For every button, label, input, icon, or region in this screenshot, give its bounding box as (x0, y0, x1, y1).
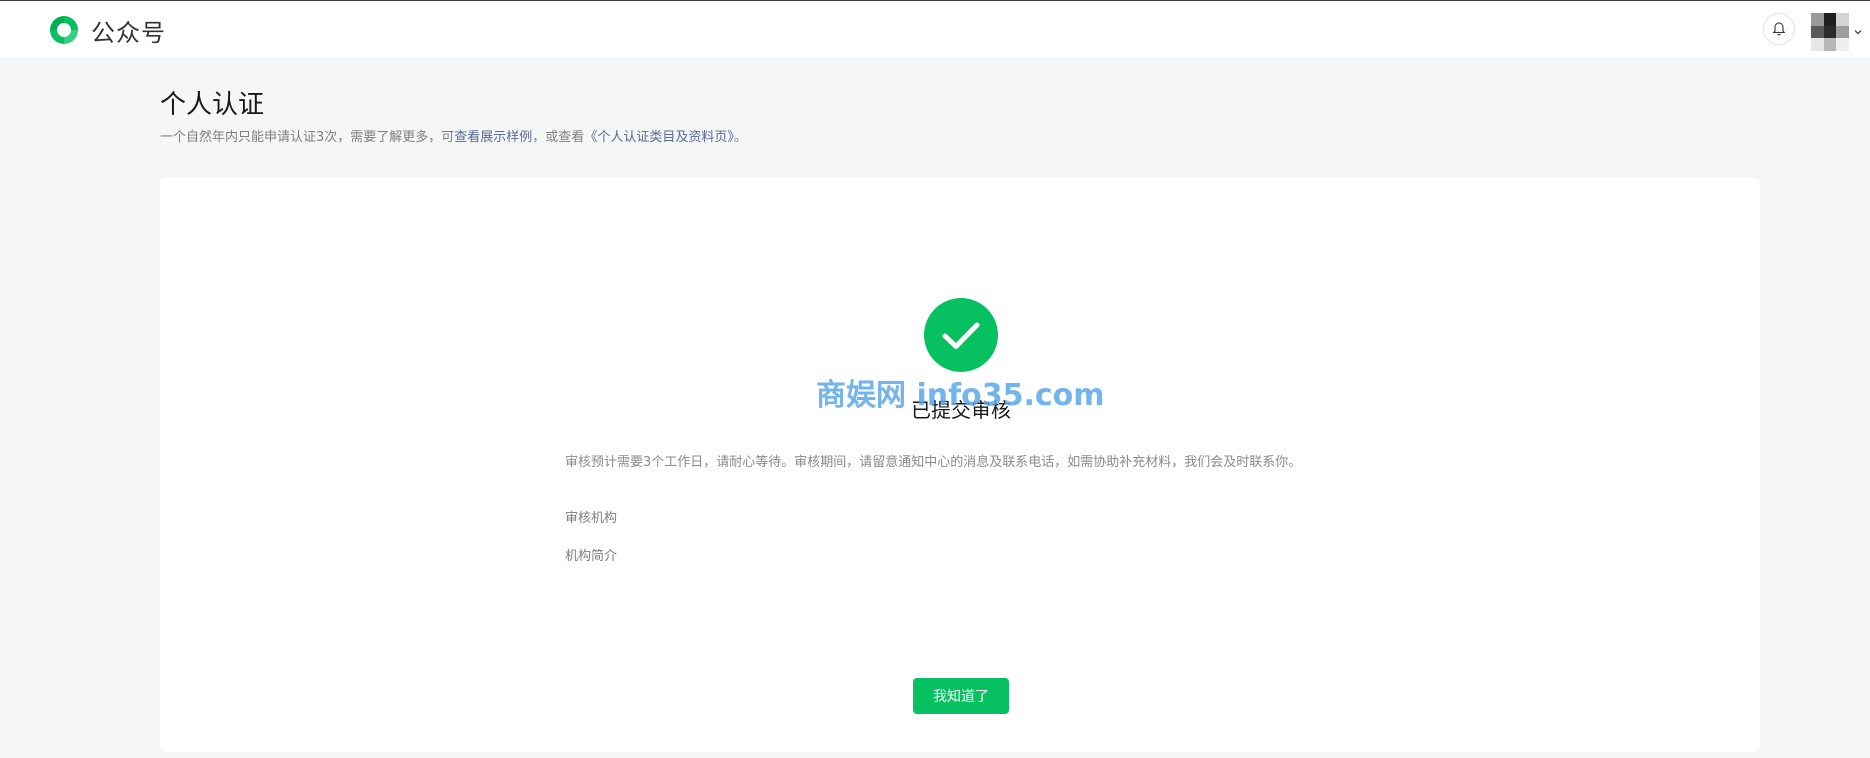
page-description: 一个自然年内只能申请认证3次，需要了解更多，可查看展示样例，或查看《个人认证类目… (160, 126, 747, 145)
page-title: 个人认证 (160, 90, 265, 120)
account-menu[interactable] (1811, 13, 1863, 51)
brand[interactable]: 公众号 (47, 13, 166, 47)
review-agency-label: 审核机构 (565, 511, 618, 526)
chevron-down-icon[interactable] (1853, 27, 1863, 37)
bell-icon (1772, 22, 1786, 36)
notification-button[interactable] (1763, 13, 1795, 45)
top-navigation-bar: 公众号 (0, 0, 1870, 57)
description-text: 一个自然年内只能申请认证3次，需要了解更多，可 (160, 130, 455, 145)
got-it-button[interactable]: 我知道了 (913, 678, 1009, 714)
description-text: ，或查看 (532, 130, 585, 145)
wechat-official-account-logo-icon (50, 16, 78, 44)
watermark: 商娱网 info35.com (816, 378, 1105, 413)
agency-intro-label: 机构简介 (565, 549, 618, 564)
categories-link[interactable]: 《个人认证类目及资料页》 (584, 130, 734, 145)
description-text: 。 (733, 130, 747, 145)
view-examples-link[interactable]: 查看展示样例 (454, 130, 532, 145)
brand-name: 公众号 (91, 18, 166, 47)
check-circle-icon (924, 298, 998, 372)
status-description: 审核预计需要3个工作日，请耐心等待。审核期间，请留意通知中心的消息及联系电话，如… (565, 455, 1302, 470)
user-avatar[interactable] (1811, 13, 1849, 51)
